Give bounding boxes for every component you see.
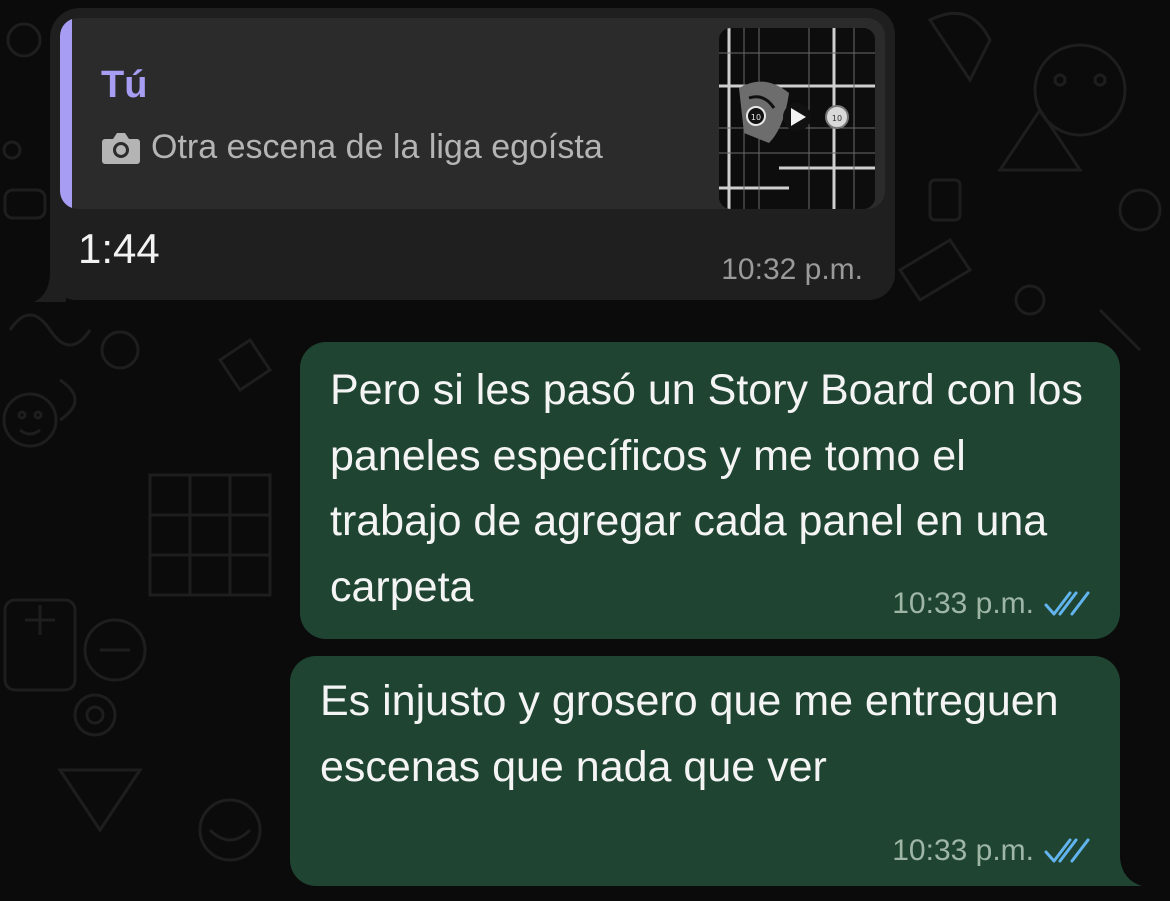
message-text: 1:44	[78, 225, 160, 272]
incoming-message-bubble[interactable]: Tú Otra escena de la liga egoísta 10 10 …	[50, 8, 895, 300]
message-meta: 10:33 p.m.	[892, 587, 1090, 621]
video-thumbnail[interactable]: 10 10	[719, 28, 875, 209]
forward-seconds: 10	[832, 114, 842, 123]
chat-view: Tú Otra escena de la liga egoísta 10 10 …	[0, 0, 1170, 901]
double-check-read-icon	[1044, 838, 1090, 863]
outgoing-message-bubble[interactable]: Pero si les pasó un Story Board con los …	[300, 342, 1120, 639]
quoted-message[interactable]: Tú Otra escena de la liga egoísta 10 10	[60, 18, 885, 209]
rewind-seconds: 10	[751, 113, 761, 122]
message-text: Pero si les pasó un Story Board con los …	[330, 366, 1083, 611]
message-meta: 10:33 p.m.	[892, 834, 1090, 868]
message-time: 10:33 p.m.	[892, 587, 1034, 620]
camera-icon	[102, 132, 140, 164]
quote-caption: Otra escena de la liga egoísta	[151, 128, 603, 166]
double-check-read-icon	[1044, 591, 1090, 616]
message-time: 10:32 p.m.	[721, 253, 863, 286]
quote-author: Tú	[101, 64, 148, 106]
message-time: 10:33 p.m.	[892, 834, 1034, 867]
quote-caption-row: Otra escena de la liga egoísta	[101, 128, 603, 167]
message-text: Es injusto y grosero que me entreguen es…	[320, 677, 1059, 791]
quote-accent-bar	[60, 18, 72, 209]
outgoing-message-bubble[interactable]: Es injusto y grosero que me entreguen es…	[290, 656, 1120, 886]
